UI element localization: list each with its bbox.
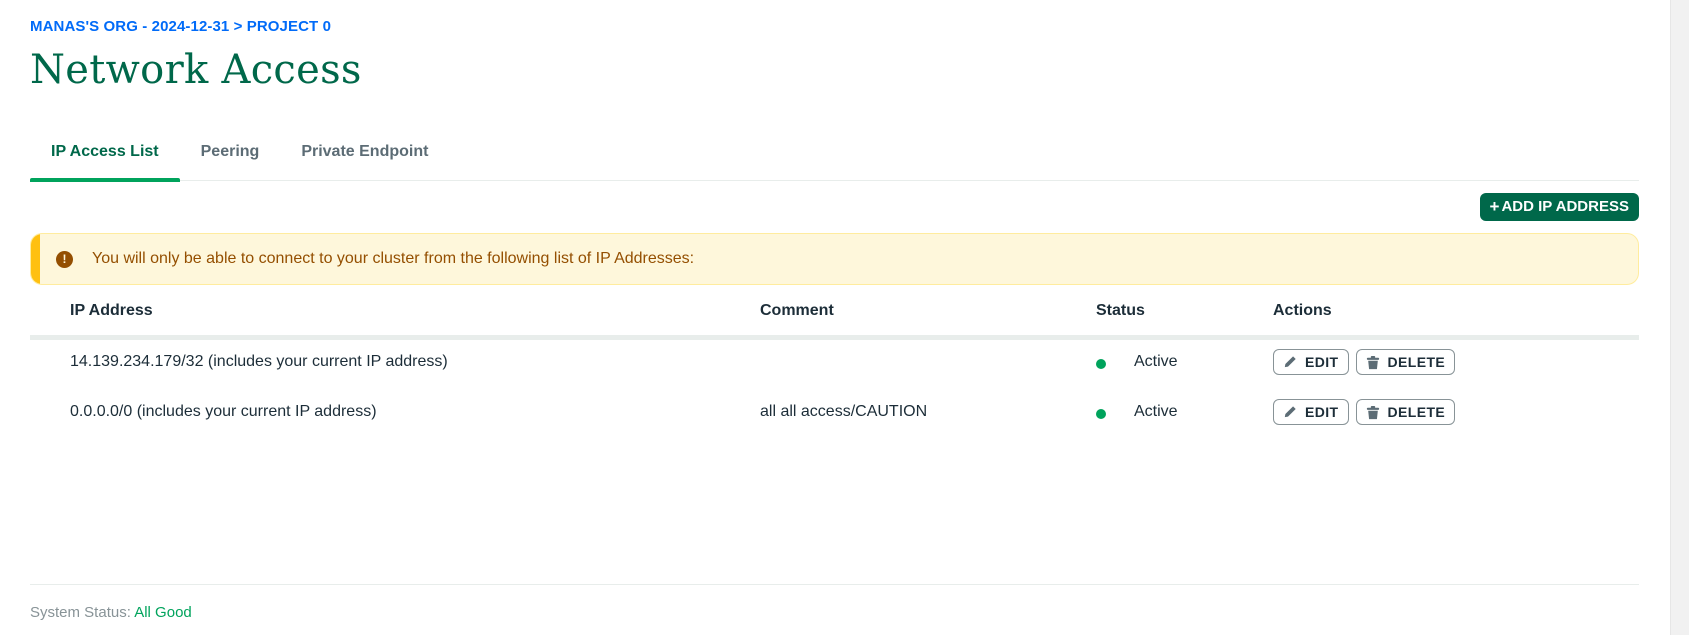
ip-address-cell: 14.139.234.179/32 (includes your current… xyxy=(70,353,448,370)
header-status: Status xyxy=(1096,302,1145,319)
edit-button[interactable]: EDIT xyxy=(1273,399,1349,425)
edit-label: EDIT xyxy=(1305,354,1339,370)
tab-bar: IP Access List Peering Private Endpoint xyxy=(30,131,1639,182)
pencil-icon xyxy=(1283,355,1297,369)
ip-address-cell: 0.0.0.0/0 (includes your current IP addr… xyxy=(70,403,377,420)
header-actions: Actions xyxy=(1273,302,1332,319)
vertical-scrollbar[interactable] xyxy=(1670,0,1689,635)
table-header: IP Address Comment Status Actions xyxy=(30,295,1639,340)
delete-label: DELETE xyxy=(1387,404,1446,420)
footer-divider xyxy=(30,584,1639,585)
status-cell: Active xyxy=(1134,403,1178,420)
banner-accent-stripe xyxy=(31,234,40,284)
status-dot-icon xyxy=(1096,359,1106,369)
exclamation-circle-icon: ! xyxy=(56,250,73,268)
table-row: 14.139.234.179/32 (includes your current… xyxy=(30,340,1639,390)
add-ip-address-label: ADD IP ADDRESS xyxy=(1501,198,1629,215)
pencil-icon xyxy=(1283,405,1297,419)
row-actions: EDIT DELETE xyxy=(1273,399,1456,425)
ip-access-table: IP Address Comment Status Actions 14.139… xyxy=(30,295,1639,440)
status-cell: Active xyxy=(1134,353,1178,370)
plus-icon: + xyxy=(1489,197,1500,216)
comment-cell: all all access/CAUTION xyxy=(760,403,928,420)
delete-button[interactable]: DELETE xyxy=(1355,399,1456,425)
tab-private-endpoint[interactable]: Private Endpoint xyxy=(280,131,449,181)
status-dot-icon xyxy=(1096,409,1106,419)
network-access-page: MANAS'S ORG - 2024-12-31 > PROJECT 0 Net… xyxy=(0,0,1689,635)
header-comment: Comment xyxy=(760,302,834,319)
tab-peering[interactable]: Peering xyxy=(180,131,281,181)
warning-banner: ! You will only be able to connect to yo… xyxy=(30,233,1639,285)
trash-icon xyxy=(1366,355,1380,370)
delete-button[interactable]: DELETE xyxy=(1355,349,1456,375)
tab-ip-access-list[interactable]: IP Access List xyxy=(30,131,180,182)
header-ip-address: IP Address xyxy=(70,302,153,319)
table-row: 0.0.0.0/0 (includes your current IP addr… xyxy=(30,390,1639,440)
delete-label: DELETE xyxy=(1387,354,1446,370)
banner-text: You will only be able to connect to your… xyxy=(92,250,695,267)
page-title: Network Access xyxy=(30,47,362,93)
system-status: System Status: All Good xyxy=(30,604,192,621)
system-status-label: System Status: xyxy=(30,604,131,621)
add-ip-address-button[interactable]: + ADD IP ADDRESS xyxy=(1479,193,1639,221)
system-status-value[interactable]: All Good xyxy=(134,604,192,621)
edit-button[interactable]: EDIT xyxy=(1273,349,1349,375)
row-actions: EDIT DELETE xyxy=(1273,349,1456,375)
edit-label: EDIT xyxy=(1305,404,1339,420)
breadcrumb[interactable]: MANAS'S ORG - 2024-12-31 > PROJECT 0 xyxy=(30,18,331,35)
trash-icon xyxy=(1366,405,1380,420)
